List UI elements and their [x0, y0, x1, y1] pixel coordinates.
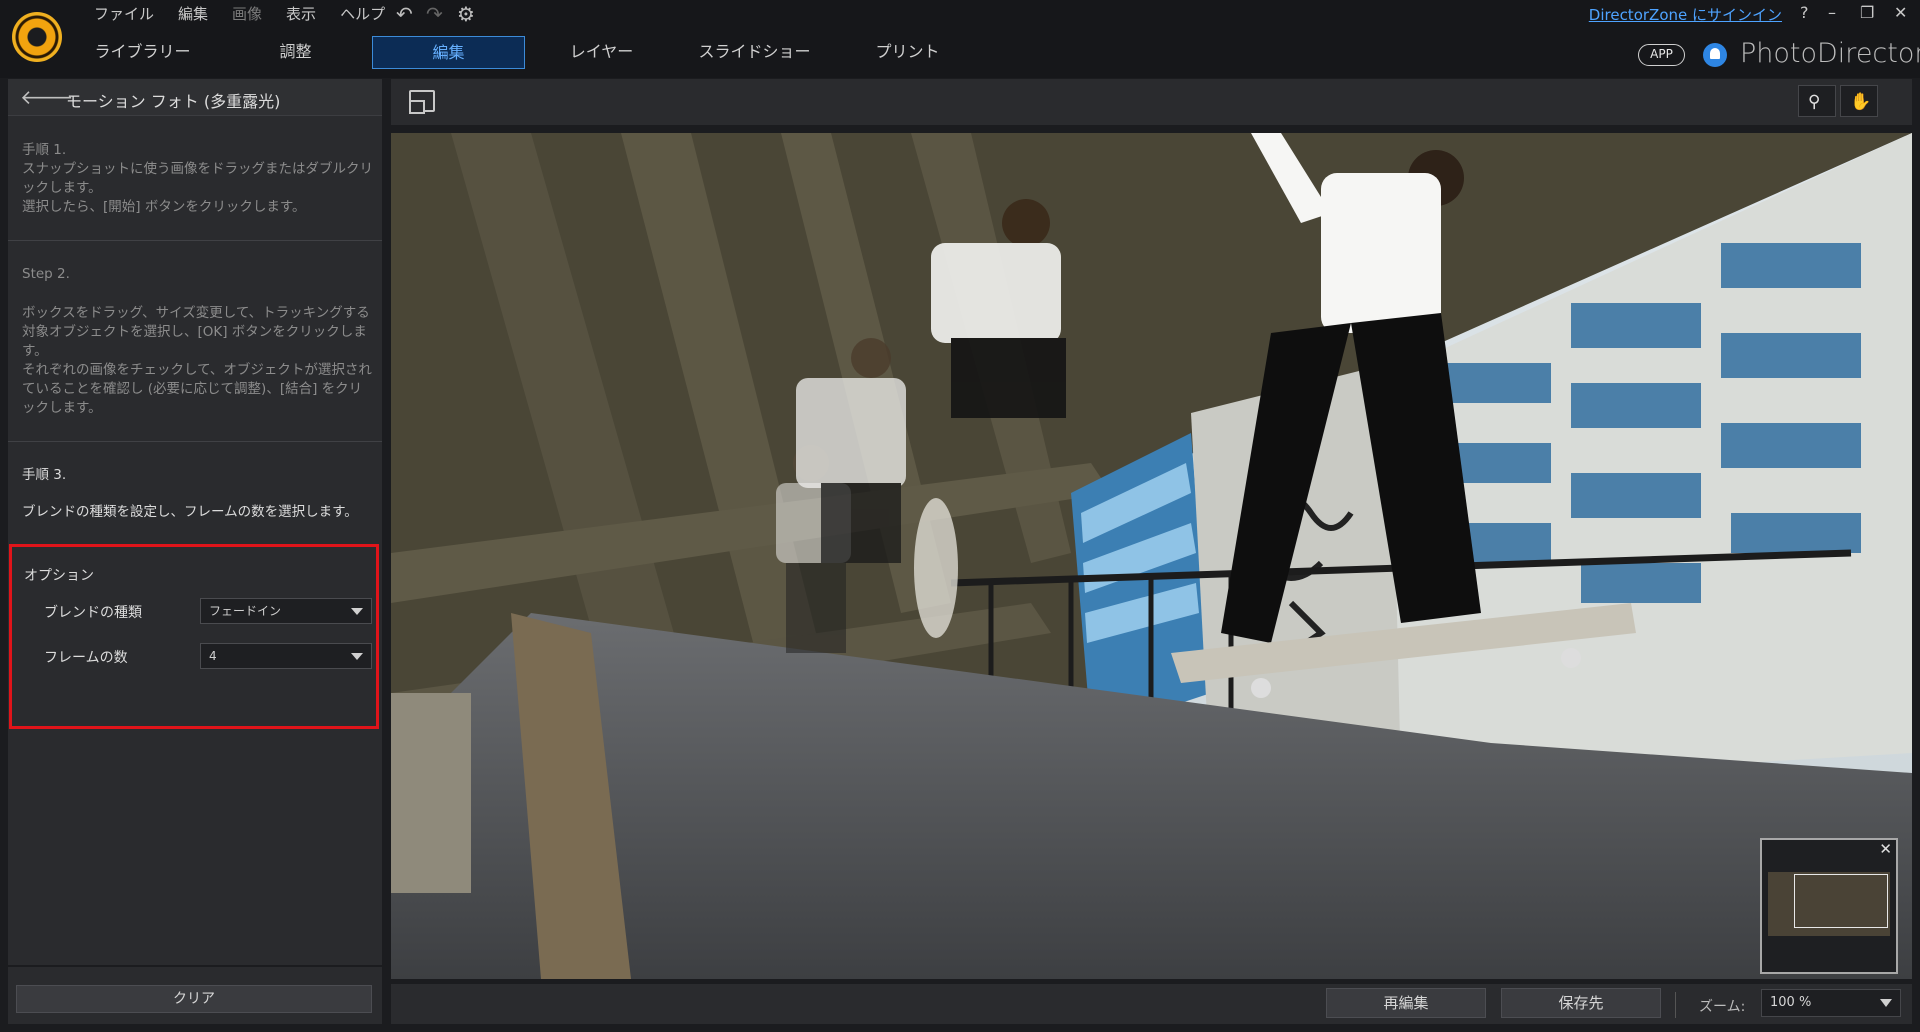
menu-image[interactable]: 画像 [220, 2, 274, 26]
brand-name: PhotoDirector [1740, 38, 1920, 69]
tab-library[interactable]: ライブラリー [66, 36, 219, 69]
options-highlight-box: オプション ブレンドの種類 フェードイン フレームの数 4 [9, 544, 379, 729]
zoom-value: 100 % [1770, 995, 1812, 1010]
close-icon[interactable]: ✕ [1894, 3, 1907, 22]
directorzone-signin-link[interactable]: DirectorZone にサインイン [1589, 4, 1782, 25]
menu-view[interactable]: 表示 [274, 2, 328, 26]
step1-text: スナップショットに使う画像をドラッグまたはダブルクリックします。 [22, 161, 373, 196]
divider [8, 240, 382, 241]
undo-icon[interactable]: ↶ [396, 2, 413, 26]
app-badge-button[interactable]: APP [1638, 44, 1685, 66]
chevron-down-icon [351, 608, 363, 615]
clear-button[interactable]: クリア [16, 985, 372, 1013]
tab-edit[interactable]: 編集 [372, 36, 525, 69]
blend-type-dropdown[interactable]: フェードイン [200, 598, 372, 624]
settings-gear-icon[interactable]: ⚙ [457, 2, 475, 26]
divider [8, 965, 382, 967]
panel-title: モーション フォト (多重露光) [66, 92, 281, 111]
step1-title: 手順 1. [22, 142, 67, 158]
navigator-viewport-frame[interactable] [1794, 874, 1888, 928]
options-title: オプション [24, 568, 94, 584]
step3-text: ブレンドの種類を設定し、フレームの数を選択します。 [22, 504, 358, 520]
panel-header: 🡐 モーション フォト (多重露光) [8, 79, 382, 116]
save-to-button[interactable]: 保存先 [1501, 988, 1661, 1018]
hand-icon: ✋ [1850, 92, 1872, 112]
tab-layers[interactable]: レイヤー [525, 36, 678, 69]
maximize-icon[interactable]: ❐ [1860, 3, 1874, 22]
compare-view-icon[interactable] [409, 90, 435, 114]
frame-count-value: 4 [209, 649, 217, 663]
zoom-dropdown[interactable]: 100 % [1761, 989, 1901, 1017]
step1-text2: 選択したら、[開始] ボタンをクリックします。 [22, 199, 306, 215]
module-tabs: ライブラリー 調整 編集 レイヤー スライドショー プリント [66, 36, 984, 70]
photodirector-window: ファイル 編集 画像 表示 ヘルプ ↶ ↷ ⚙ ライブラリー 調整 編集 レイヤ… [0, 0, 1920, 1032]
back-arrow-icon[interactable]: 🡐 [20, 87, 74, 108]
canvas-toolbar: ⚲ ✋ [391, 79, 1912, 125]
zoom-tool-button[interactable]: ⚲ [1798, 85, 1836, 117]
hand-tool-button[interactable]: ✋ [1840, 85, 1878, 117]
photo-canvas[interactable]: ✕ [391, 133, 1912, 979]
menu-edit[interactable]: 編集 [166, 2, 220, 26]
divider [8, 441, 382, 442]
blend-type-value: フェードイン [209, 604, 282, 618]
reedit-button[interactable]: 再編集 [1326, 988, 1486, 1018]
menu-help[interactable]: ヘルプ [328, 2, 397, 26]
tab-slideshow[interactable]: スライドショー [678, 36, 831, 69]
step3-title: 手順 3. [22, 467, 67, 483]
step2-title: Step 2. [22, 266, 70, 282]
app-logo-icon [12, 12, 62, 62]
chevron-down-icon [1880, 999, 1892, 1007]
divider [1675, 992, 1676, 1018]
menu-file[interactable]: ファイル [82, 2, 166, 26]
menu-bar: ファイル 編集 画像 表示 ヘルプ [82, 2, 397, 26]
zoom-label: ズーム: [1699, 999, 1746, 1015]
close-navigator-icon[interactable]: ✕ [1879, 840, 1892, 858]
chevron-down-icon [351, 653, 363, 660]
minimize-icon[interactable]: – [1828, 3, 1836, 22]
magnifier-icon: ⚲ [1808, 92, 1821, 112]
frame-count-dropdown[interactable]: 4 [200, 643, 372, 669]
motion-photo-image [391, 133, 1912, 979]
notification-bell-icon[interactable] [1703, 43, 1727, 67]
blend-type-label: ブレンドの種類 [44, 605, 142, 621]
title-bar: ファイル 編集 画像 表示 ヘルプ ↶ ↷ ⚙ ライブラリー 調整 編集 レイヤ… [0, 0, 1920, 78]
redo-icon[interactable]: ↷ [426, 2, 443, 26]
bottom-bar: 再編集 保存先 ズーム: 100 % [391, 984, 1912, 1024]
step2-text2: それぞれの画像をチェックして、オブジェクトが選択されていることを確認し (必要に… [22, 362, 372, 416]
step2-text: ボックスをドラッグ、サイズ変更して、トラッキングする対象オブジェクトを選択し、[… [22, 305, 370, 359]
frame-count-label: フレームの数 [44, 650, 128, 666]
motion-photo-panel: 🡐 モーション フォト (多重露光) 手順 1. スナップショットに使う画像をド… [8, 79, 382, 1024]
help-button[interactable]: ? [1800, 3, 1809, 22]
tab-adjust[interactable]: 調整 [219, 36, 372, 69]
navigator-panel[interactable]: ✕ [1760, 838, 1898, 974]
tab-print[interactable]: プリント [831, 36, 984, 69]
